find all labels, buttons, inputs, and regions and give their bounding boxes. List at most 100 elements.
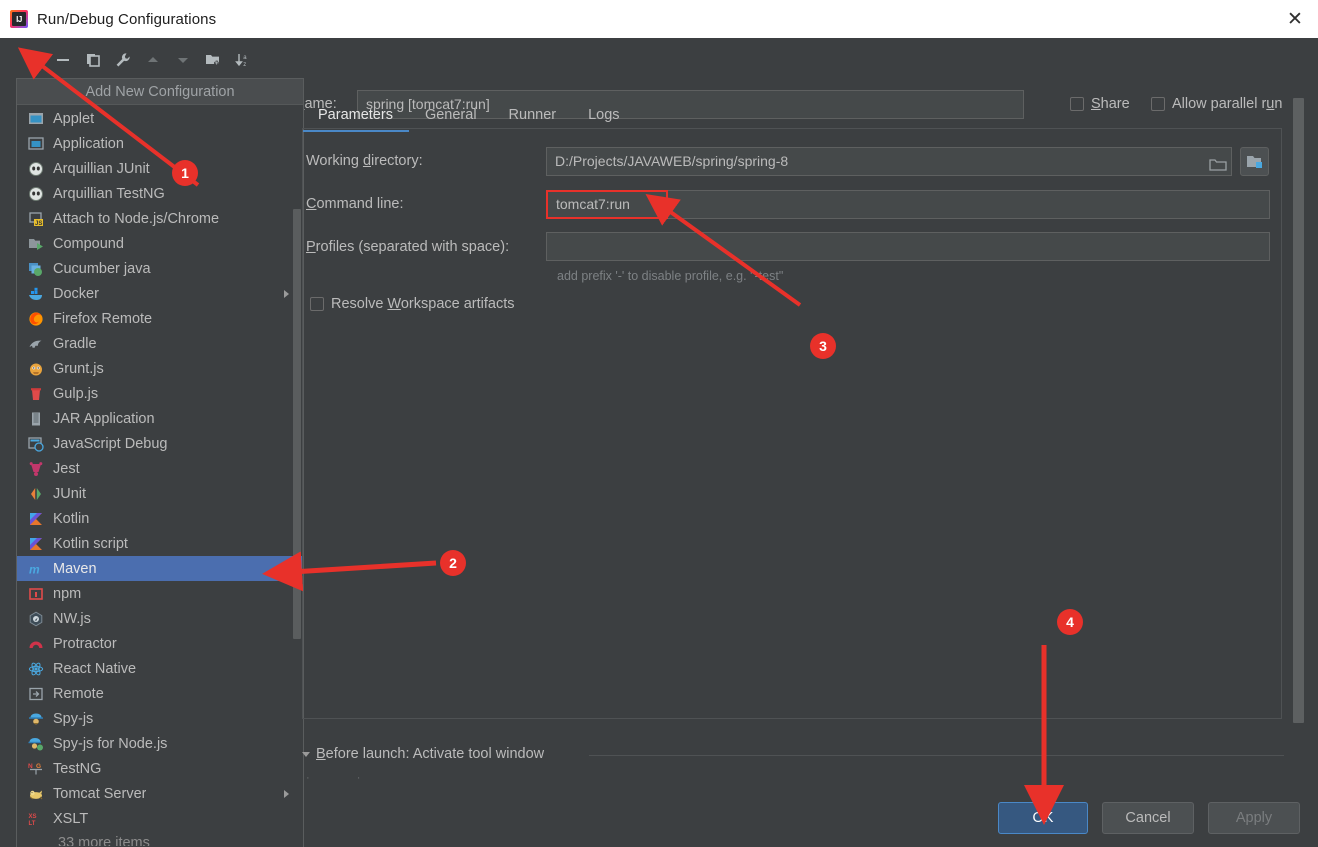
- configuration-type-item[interactable]: Jest: [17, 456, 303, 481]
- working-directory-input[interactable]: D:/Projects/JAVAWEB/spring/spring-8: [546, 147, 1232, 176]
- configuration-type-item[interactable]: m Maven: [17, 556, 303, 581]
- configuration-type-label: Protractor: [53, 635, 117, 652]
- nwjs-icon: [27, 610, 44, 627]
- configuration-type-item[interactable]: Protractor: [17, 631, 303, 656]
- configuration-type-item[interactable]: Arquillian JUnit: [17, 156, 303, 181]
- move-down-button[interactable]: [168, 42, 198, 78]
- settings-tabs: Parameters General Runner Logs: [302, 98, 636, 132]
- popup-scrollbar-thumb[interactable]: [293, 209, 301, 639]
- ok-button[interactable]: OK: [998, 802, 1088, 834]
- title-bar: IJ Run/Debug Configurations ✕: [0, 0, 1318, 38]
- before-launch-label[interactable]: Before launch: Activate tool window: [316, 746, 544, 762]
- configuration-type-item[interactable]: Kotlin script: [17, 531, 303, 556]
- configuration-type-item[interactable]: JAR Application: [17, 406, 303, 431]
- resolve-workspace-artifacts-checkbox[interactable]: Resolve Workspace artifacts: [310, 296, 515, 312]
- svg-text:m: m: [29, 562, 40, 576]
- annotation-badge-3: 3: [810, 333, 836, 359]
- dialog-scrollbar-thumb[interactable]: [1293, 98, 1304, 723]
- configuration-type-label: React Native: [53, 660, 137, 677]
- configuration-type-list[interactable]: Applet Application Arquillian JUnit Arquill…: [17, 106, 303, 846]
- profiles-hint: add prefix '-' to disable profile, e.g. …: [557, 269, 784, 283]
- firefox-icon: [27, 310, 44, 327]
- configuration-type-label: JAR Application: [53, 410, 155, 427]
- collapse-triangle-icon[interactable]: [302, 752, 310, 757]
- copy-icon: [87, 54, 100, 67]
- arrow-down-icon: [178, 58, 188, 63]
- configuration-type-item[interactable]: Application: [17, 131, 303, 156]
- tab-runner[interactable]: Runner: [493, 100, 573, 130]
- share-checkbox[interactable]: Share: [1070, 96, 1130, 112]
- configuration-type-item[interactable]: Firefox Remote: [17, 306, 303, 331]
- configuration-type-label: Tomcat Server: [53, 785, 147, 802]
- configuration-type-item[interactable]: Spy-js for Node.js: [17, 731, 303, 756]
- react-icon: [27, 660, 44, 677]
- annotation-badge-1: 1: [172, 160, 198, 186]
- gradle-icon: [27, 335, 44, 352]
- configuration-type-label: Spy-js: [53, 710, 94, 727]
- submenu-chevron-icon: [284, 789, 289, 798]
- configuration-type-label: Docker: [53, 285, 99, 302]
- remove-configuration-button[interactable]: [48, 42, 78, 78]
- configuration-type-label: Kotlin: [53, 510, 90, 527]
- working-directory-label: Working directory:: [306, 153, 423, 169]
- configuration-type-item[interactable]: JUnit: [17, 481, 303, 506]
- configuration-type-item[interactable]: NW.js: [17, 606, 303, 631]
- configuration-type-item[interactable]: N G TestNG: [17, 756, 303, 781]
- configuration-type-label: Gulp.js: [53, 385, 99, 402]
- configuration-type-item[interactable]: JS Attach to Node.js/Chrome: [17, 206, 303, 231]
- xslt-icon: XS LT: [27, 810, 44, 827]
- add-configuration-button[interactable]: [18, 42, 48, 78]
- module-folder-button[interactable]: [1240, 147, 1269, 176]
- configuration-type-item[interactable]: Remote: [17, 681, 303, 706]
- move-up-button[interactable]: [138, 42, 168, 78]
- profiles-input[interactable]: [546, 232, 1270, 261]
- configuration-type-item[interactable]: npm: [17, 581, 303, 606]
- resolve-workspace-checkbox-box: [310, 297, 324, 311]
- configuration-type-item[interactable]: Compound: [17, 231, 303, 256]
- configuration-type-label: JavaScript Debug: [53, 435, 168, 452]
- before-launch-toolbar[interactable]: · ·: [306, 772, 382, 784]
- cancel-button[interactable]: Cancel: [1102, 802, 1194, 834]
- close-icon[interactable]: ✕: [1272, 0, 1318, 38]
- configuration-type-item[interactable]: XS LT XSLT: [17, 806, 303, 831]
- plus-icon: [27, 54, 39, 66]
- configuration-type-item[interactable]: Gulp.js: [17, 381, 303, 406]
- intellij-idea-icon: IJ: [10, 10, 28, 28]
- configuration-type-item[interactable]: Applet: [17, 106, 303, 131]
- configuration-type-item[interactable]: Spy-js: [17, 706, 303, 731]
- configuration-type-item[interactable]: Grunt.js: [17, 356, 303, 381]
- more-items-label[interactable]: 33 more items: [17, 831, 303, 846]
- new-folder-button[interactable]: [198, 42, 228, 78]
- tab-logs[interactable]: Logs: [572, 100, 635, 130]
- configuration-type-item[interactable]: Kotlin: [17, 506, 303, 531]
- docker-icon: [27, 285, 44, 302]
- command-line-label: Command line:: [306, 196, 404, 212]
- sort-button[interactable]: a z: [228, 42, 258, 78]
- maven-icon: m: [27, 560, 44, 577]
- configuration-type-item[interactable]: React Native: [17, 656, 303, 681]
- configuration-type-item[interactable]: Tomcat Server: [17, 781, 303, 806]
- copy-configuration-button[interactable]: [78, 42, 108, 78]
- share-checkbox-box: [1070, 97, 1084, 111]
- folder-icon[interactable]: [1209, 154, 1227, 171]
- before-launch-section: Before launch: Activate tool window · ·: [302, 746, 1284, 794]
- javascript-debug-icon: [27, 435, 44, 452]
- tab-parameters[interactable]: Parameters: [302, 100, 409, 132]
- configuration-type-label: Arquillian TestNG: [53, 185, 165, 202]
- kotlin-icon: [27, 535, 44, 552]
- configuration-type-item[interactable]: Cucumber java: [17, 256, 303, 281]
- configuration-type-label: Remote: [53, 685, 104, 702]
- configuration-type-item[interactable]: JavaScript Debug: [17, 431, 303, 456]
- kotlin-icon: [27, 510, 44, 527]
- apply-button[interactable]: Apply: [1208, 802, 1300, 834]
- configuration-type-item[interactable]: Arquillian TestNG: [17, 181, 303, 206]
- configuration-type-item[interactable]: Gradle: [17, 331, 303, 356]
- configuration-type-item[interactable]: Docker: [17, 281, 303, 306]
- tab-general[interactable]: General: [409, 100, 493, 130]
- command-line-value-highlighted[interactable]: tomcat7:run: [546, 190, 668, 219]
- edit-templates-button[interactable]: [108, 42, 138, 78]
- allow-parallel-run-checkbox[interactable]: Allow parallel run: [1151, 96, 1282, 112]
- application-icon: [27, 135, 44, 152]
- configuration-type-label: Attach to Node.js/Chrome: [53, 210, 220, 227]
- configuration-type-label: Cucumber java: [53, 260, 151, 277]
